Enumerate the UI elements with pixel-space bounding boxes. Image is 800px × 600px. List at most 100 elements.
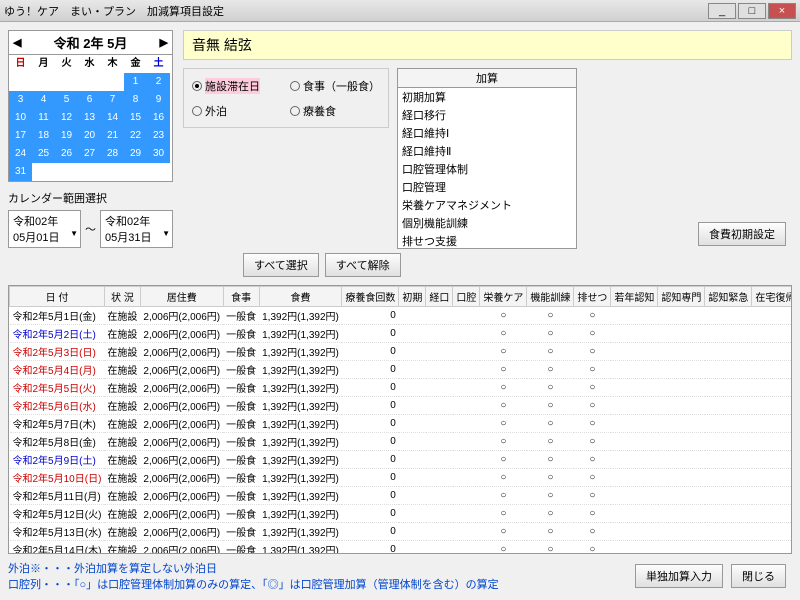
- cal-day[interactable]: 13: [78, 109, 101, 127]
- window-title: ゆう！ケア まい・プラン 加減算項目設定: [4, 3, 708, 19]
- table-row[interactable]: 令和2年5月8日(金) 在施設 2,006円(2,006円) 一般食 1,392…: [10, 433, 793, 451]
- unit-input-button[interactable]: 単独加算入力: [635, 564, 723, 588]
- col-header: 認知専門: [658, 287, 705, 307]
- cal-day[interactable]: 8: [124, 91, 147, 109]
- select-all-button[interactable]: すべて選択: [243, 253, 319, 277]
- kasan-item[interactable]: 栄養ケアマネジメント: [398, 196, 576, 214]
- range-from[interactable]: 令和02年05月01日: [8, 210, 81, 248]
- col-header: 日 付: [10, 287, 105, 307]
- calendar-header: ◀ 令和 2年 5月 ▶: [8, 30, 173, 55]
- cal-day[interactable]: 24: [9, 145, 32, 163]
- radio-stay[interactable]: 施設滞在日: [192, 77, 282, 94]
- range-to[interactable]: 令和02年05月31日: [100, 210, 173, 248]
- cal-day[interactable]: [78, 163, 101, 181]
- table-row[interactable]: 令和2年5月4日(月) 在施設 2,006円(2,006円) 一般食 1,392…: [10, 361, 793, 379]
- table-row[interactable]: 令和2年5月3日(日) 在施設 2,006円(2,006円) 一般食 1,392…: [10, 343, 793, 361]
- cal-day[interactable]: 26: [55, 145, 78, 163]
- radio-out[interactable]: 外泊: [192, 102, 282, 119]
- cal-day[interactable]: [32, 73, 55, 91]
- titlebar: ゆう！ケア まい・プラン 加減算項目設定 _ □ ×: [0, 0, 800, 22]
- col-header: 栄養ケア: [480, 287, 527, 307]
- kasan-list[interactable]: 初期加算経口移行経口維持Ⅰ経口維持Ⅱ口腔管理体制口腔管理栄養ケアマネジメント個別…: [398, 88, 576, 248]
- cal-day[interactable]: 23: [147, 127, 170, 145]
- table-row[interactable]: 令和2年5月6日(水) 在施設 2,006円(2,006円) 一般食 1,392…: [10, 397, 793, 415]
- close-dialog-button[interactable]: 閉じる: [731, 564, 786, 588]
- cal-day[interactable]: [101, 73, 124, 91]
- cal-day[interactable]: 18: [32, 127, 55, 145]
- cal-day[interactable]: 17: [9, 127, 32, 145]
- cal-day[interactable]: 14: [101, 109, 124, 127]
- cal-day[interactable]: 9: [147, 91, 170, 109]
- cal-day[interactable]: 2: [147, 73, 170, 91]
- cal-next[interactable]: ▶: [160, 36, 168, 49]
- col-header: 初期: [399, 287, 426, 307]
- kasan-item[interactable]: 経口維持Ⅰ: [398, 124, 576, 142]
- table-row[interactable]: 令和2年5月14日(木) 在施設 2,006円(2,006円) 一般食 1,39…: [10, 541, 793, 555]
- cal-day[interactable]: 11: [32, 109, 55, 127]
- kasan-item[interactable]: 口腔管理: [398, 178, 576, 196]
- table-row[interactable]: 令和2年5月1日(金) 在施設 2,006円(2,006円) 一般食 1,392…: [10, 307, 793, 325]
- table-row[interactable]: 令和2年5月12日(火) 在施設 2,006円(2,006円) 一般食 1,39…: [10, 505, 793, 523]
- cal-day[interactable]: [9, 73, 32, 91]
- col-header: 療養食回数: [342, 287, 399, 307]
- cal-day[interactable]: 25: [32, 145, 55, 163]
- cal-day[interactable]: 16: [147, 109, 170, 127]
- cal-day[interactable]: 12: [55, 109, 78, 127]
- cal-day[interactable]: 1: [124, 73, 147, 91]
- kasan-header: 加算: [398, 69, 576, 88]
- init-food-button[interactable]: 食費初期設定: [698, 222, 786, 246]
- kasan-item[interactable]: 初期加算: [398, 88, 576, 106]
- col-header: 認知緊急: [705, 287, 752, 307]
- col-header: 経口: [426, 287, 453, 307]
- cal-day[interactable]: 4: [32, 91, 55, 109]
- cal-day[interactable]: 3: [9, 91, 32, 109]
- cal-day[interactable]: 7: [101, 91, 124, 109]
- cal-day[interactable]: 28: [101, 145, 124, 163]
- table-row[interactable]: 令和2年5月9日(土) 在施設 2,006円(2,006円) 一般食 1,392…: [10, 451, 793, 469]
- table-row[interactable]: 令和2年5月11日(月) 在施設 2,006円(2,006円) 一般食 1,39…: [10, 487, 793, 505]
- table-row[interactable]: 令和2年5月7日(木) 在施設 2,006円(2,006円) 一般食 1,392…: [10, 415, 793, 433]
- table-row[interactable]: 令和2年5月5日(火) 在施設 2,006円(2,006円) 一般食 1,392…: [10, 379, 793, 397]
- cal-day[interactable]: [78, 73, 101, 91]
- minimize-button[interactable]: _: [708, 3, 736, 19]
- cal-day[interactable]: 29: [124, 145, 147, 163]
- cal-day[interactable]: 22: [124, 127, 147, 145]
- cal-day[interactable]: [124, 163, 147, 181]
- table-row[interactable]: 令和2年5月2日(土) 在施設 2,006円(2,006円) 一般食 1,392…: [10, 325, 793, 343]
- cal-day[interactable]: 31: [9, 163, 32, 181]
- radio-meal[interactable]: 食事（一般食）: [290, 77, 380, 94]
- cal-day[interactable]: 21: [101, 127, 124, 145]
- col-header: 食事: [223, 287, 259, 307]
- kasan-item[interactable]: 経口移行: [398, 106, 576, 124]
- cal-title: 令和 2年 5月: [54, 33, 128, 52]
- col-header: 機能訓練: [527, 287, 574, 307]
- col-header: 食費: [259, 287, 342, 307]
- radio-ryoyo[interactable]: 療養食: [290, 102, 380, 119]
- cal-day[interactable]: 5: [55, 91, 78, 109]
- cal-day[interactable]: [101, 163, 124, 181]
- cal-day[interactable]: 19: [55, 127, 78, 145]
- cal-day[interactable]: [55, 163, 78, 181]
- kasan-item[interactable]: 経口維持Ⅱ: [398, 142, 576, 160]
- kasan-item[interactable]: 個別機能訓練: [398, 214, 576, 232]
- maximize-button[interactable]: □: [738, 3, 766, 19]
- data-table-wrap[interactable]: 日 付状 況居住費食事食費療養食回数初期経口口腔栄養ケア機能訓練排せつ若年認知認…: [8, 285, 792, 554]
- table-row[interactable]: 令和2年5月13日(水) 在施設 2,006円(2,006円) 一般食 1,39…: [10, 523, 793, 541]
- clear-all-button[interactable]: すべて解除: [325, 253, 401, 277]
- kasan-item[interactable]: 排せつ支援: [398, 232, 576, 248]
- cal-day[interactable]: 27: [78, 145, 101, 163]
- calendar-grid[interactable]: 日月火水木金土123456789101112131415161718192021…: [8, 55, 173, 182]
- cal-day[interactable]: 10: [9, 109, 32, 127]
- table-row[interactable]: 令和2年5月10日(日) 在施設 2,006円(2,006円) 一般食 1,39…: [10, 469, 793, 487]
- cal-day[interactable]: 30: [147, 145, 170, 163]
- cal-day[interactable]: [147, 163, 170, 181]
- kasan-item[interactable]: 口腔管理体制: [398, 160, 576, 178]
- cal-prev[interactable]: ◀: [13, 36, 21, 49]
- cal-day[interactable]: 20: [78, 127, 101, 145]
- cal-day[interactable]: 6: [78, 91, 101, 109]
- cal-day[interactable]: 15: [124, 109, 147, 127]
- close-button[interactable]: ×: [768, 3, 796, 19]
- cal-day[interactable]: [55, 73, 78, 91]
- col-header: 排せつ: [574, 287, 611, 307]
- cal-day[interactable]: [32, 163, 55, 181]
